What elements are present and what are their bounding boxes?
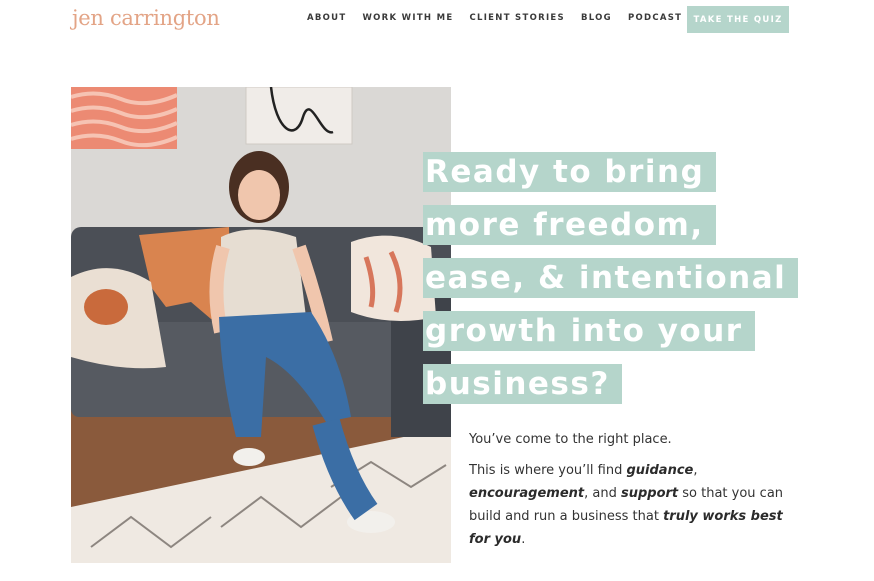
nav-work-with-me[interactable]: WORK WITH ME (362, 13, 453, 23)
body-text: , (693, 463, 698, 478)
nav-about[interactable]: ABOUT (307, 13, 346, 23)
take-the-quiz-button[interactable]: TAKE THE QUIZ (687, 6, 789, 33)
emphasis-guidance: guidance (626, 463, 694, 478)
body-text: This is where you’ll find (469, 463, 627, 478)
body-text: , and (584, 486, 621, 501)
body-paragraph: This is where you’ll find guidance, encou… (469, 459, 789, 551)
nav-blog[interactable]: BLOG (581, 13, 612, 23)
headline-line: business? (423, 364, 622, 404)
hero-body: You’ve come to the right place. This is … (469, 428, 789, 559)
intro-text: You’ve come to the right place. (469, 432, 672, 447)
hero-headline: Ready to bring more freedom, ease, & int… (423, 152, 803, 417)
nav-client-stories[interactable]: CLIENT STORIES (469, 13, 564, 23)
logo[interactable]: jen carrington (72, 6, 220, 30)
body-text: . (521, 532, 526, 547)
main-nav: ABOUT WORK WITH ME CLIENT STORIES BLOG P… (307, 13, 698, 23)
emphasis-encouragement: encouragement (469, 486, 585, 501)
hero-photo (71, 87, 451, 563)
nav-podcast[interactable]: PODCAST (628, 13, 682, 23)
headline-line: growth into your (423, 311, 755, 351)
headline-line: more freedom, (423, 205, 716, 245)
headline-line: ease, & intentional (423, 258, 799, 298)
emphasis-support: support (620, 486, 679, 501)
headline-line: Ready to bring (423, 152, 717, 192)
